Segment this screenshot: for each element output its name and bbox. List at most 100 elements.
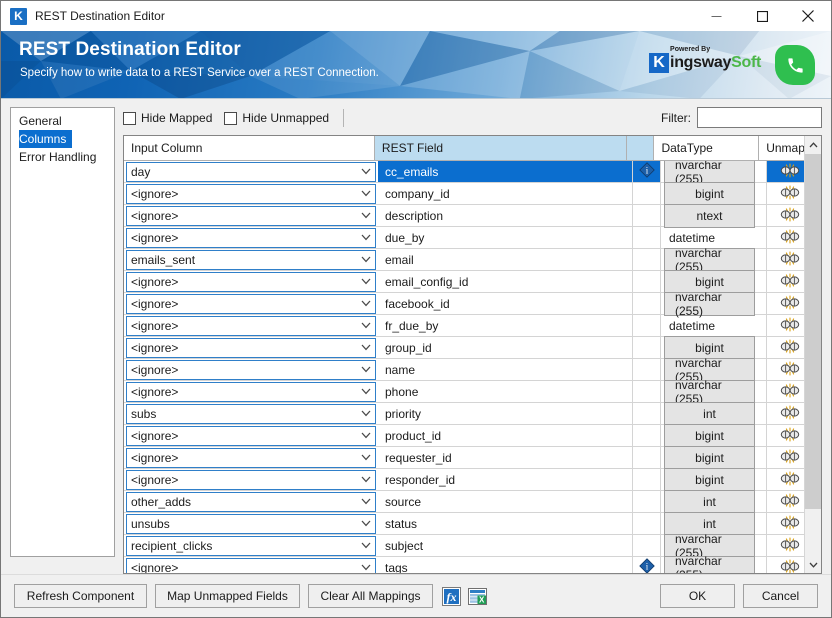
info-cell[interactable]: [633, 249, 661, 270]
header-info[interactable]: [626, 136, 655, 161]
info-cell[interactable]: [633, 227, 661, 248]
rest-field-cell[interactable]: status: [378, 513, 633, 534]
scroll-down-icon[interactable]: [805, 556, 821, 573]
rest-field-cell[interactable]: facebook_id: [378, 293, 633, 314]
input-column-dropdown[interactable]: <ignore>: [126, 315, 376, 336]
rest-field-cell[interactable]: company_id: [378, 183, 633, 204]
rest-field-cell[interactable]: requester_id: [378, 447, 633, 468]
unmap-icon[interactable]: [780, 250, 800, 269]
info-cell[interactable]: [633, 469, 661, 490]
table-row[interactable]: subs priority int: [124, 401, 821, 426]
input-column-dropdown[interactable]: day: [126, 161, 376, 182]
info-cell[interactable]: i: [633, 557, 661, 573]
rest-field-cell[interactable]: cc_emails: [378, 161, 633, 182]
info-cell[interactable]: [633, 513, 661, 534]
input-column-dropdown[interactable]: <ignore>: [126, 293, 376, 314]
input-column-dropdown[interactable]: <ignore>: [126, 557, 376, 573]
data-type-value[interactable]: nvarchar (255): [664, 378, 755, 406]
unmap-icon[interactable]: [780, 162, 800, 181]
input-column-dropdown[interactable]: <ignore>: [126, 271, 376, 292]
rest-field-cell[interactable]: email: [378, 249, 633, 270]
info-cell[interactable]: [633, 491, 661, 512]
table-row[interactable]: <ignore> tagsi nvarchar (255): [124, 554, 821, 573]
input-column-dropdown[interactable]: <ignore>: [126, 381, 376, 402]
input-column-dropdown[interactable]: <ignore>: [126, 183, 376, 204]
unmap-icon[interactable]: [780, 448, 800, 467]
info-cell[interactable]: [633, 315, 661, 336]
input-column-dropdown[interactable]: <ignore>: [126, 359, 376, 380]
data-type-value[interactable]: nvarchar (255): [664, 161, 755, 186]
unmap-icon[interactable]: [780, 338, 800, 357]
header-rest-field[interactable]: REST Field: [374, 136, 627, 161]
rest-field-cell[interactable]: group_id: [378, 337, 633, 358]
table-row[interactable]: emails_sent email nvarchar (255): [124, 246, 821, 274]
input-column-dropdown[interactable]: emails_sent: [126, 249, 376, 270]
close-icon[interactable]: [785, 1, 831, 31]
unmap-icon[interactable]: [780, 228, 800, 247]
refresh-component-button[interactable]: Refresh Component: [14, 584, 147, 608]
data-type-value[interactable]: bigint: [664, 445, 755, 470]
unmap-icon[interactable]: [780, 382, 800, 401]
rest-field-cell[interactable]: phone: [378, 381, 633, 402]
hide-mapped-checkbox[interactable]: Hide Mapped: [123, 111, 212, 125]
input-column-dropdown[interactable]: <ignore>: [126, 337, 376, 358]
sidebar-item-error-handling[interactable]: Error Handling: [11, 148, 114, 166]
rest-field-cell[interactable]: responder_id: [378, 469, 633, 490]
scrollbar-thumb[interactable]: [805, 154, 821, 509]
rest-field-cell[interactable]: due_by: [378, 227, 633, 248]
maximize-icon[interactable]: [739, 1, 785, 31]
table-row[interactable]: <ignore> product_id bigint: [124, 423, 821, 448]
input-column-dropdown[interactable]: subs: [126, 403, 376, 424]
export-to-spreadsheet-button[interactable]: X: [467, 586, 487, 606]
rest-field-cell[interactable]: subject: [378, 535, 633, 556]
unmap-icon[interactable]: [780, 470, 800, 489]
rest-field-cell[interactable]: name: [378, 359, 633, 380]
input-column-dropdown[interactable]: <ignore>: [126, 447, 376, 468]
info-cell[interactable]: [633, 403, 661, 424]
info-cell[interactable]: [633, 359, 661, 380]
map-unmapped-fields-button[interactable]: Map Unmapped Fields: [155, 584, 300, 608]
data-type-value[interactable]: datetime: [664, 228, 763, 247]
data-type-value[interactable]: bigint: [664, 181, 755, 206]
sidebar-item-general[interactable]: General: [11, 112, 114, 130]
unmap-icon[interactable]: [780, 316, 800, 335]
rest-field-cell[interactable]: email_config_id: [378, 271, 633, 292]
data-type-value[interactable]: nvarchar (255): [664, 290, 755, 318]
data-type-value[interactable]: datetime: [664, 316, 763, 335]
table-row[interactable]: <ignore> facebook_id nvarchar (255): [124, 290, 821, 318]
data-type-value[interactable]: ntext: [664, 203, 755, 228]
unmap-icon[interactable]: [780, 360, 800, 379]
input-column-dropdown[interactable]: unsubs: [126, 513, 376, 534]
grid-vertical-scrollbar[interactable]: [804, 136, 821, 573]
input-column-dropdown[interactable]: <ignore>: [126, 425, 376, 446]
rest-field-cell[interactable]: tags: [378, 557, 633, 573]
rest-field-cell[interactable]: description: [378, 205, 633, 226]
input-column-dropdown[interactable]: <ignore>: [126, 205, 376, 226]
minimize-icon[interactable]: [693, 1, 739, 31]
data-type-value[interactable]: int: [664, 489, 755, 514]
expression-fx-button[interactable]: fx: [441, 586, 461, 606]
sidebar-item-columns[interactable]: Columns: [11, 130, 114, 148]
table-row[interactable]: <ignore> requester_id bigint: [124, 445, 821, 470]
rest-field-cell[interactable]: source: [378, 491, 633, 512]
rest-field-cell[interactable]: product_id: [378, 425, 633, 446]
header-unmap[interactable]: Unmap: [759, 136, 805, 161]
info-cell[interactable]: [633, 293, 661, 314]
unmap-icon[interactable]: [780, 492, 800, 511]
table-row[interactable]: other_adds source int: [124, 489, 821, 514]
table-row[interactable]: <ignore> description ntext: [124, 203, 821, 228]
info-cell[interactable]: [633, 271, 661, 292]
header-data-type[interactable]: DataType: [654, 136, 760, 161]
hide-unmapped-checkbox[interactable]: Hide Unmapped: [224, 111, 329, 125]
input-column-dropdown[interactable]: <ignore>: [126, 227, 376, 248]
rest-field-cell[interactable]: priority: [378, 403, 633, 424]
phone-icon-button[interactable]: [775, 45, 815, 85]
data-type-value[interactable]: nvarchar (255): [664, 554, 755, 573]
table-row[interactable]: day cc_emails i nvarchar (255): [124, 161, 821, 186]
filter-input[interactable]: [697, 107, 822, 128]
scroll-up-icon[interactable]: [805, 136, 821, 153]
data-type-value[interactable]: nvarchar (255): [664, 246, 755, 274]
input-column-dropdown[interactable]: recipient_clicks: [126, 535, 376, 556]
unmap-icon[interactable]: [780, 294, 800, 313]
unmap-icon[interactable]: [780, 558, 800, 573]
